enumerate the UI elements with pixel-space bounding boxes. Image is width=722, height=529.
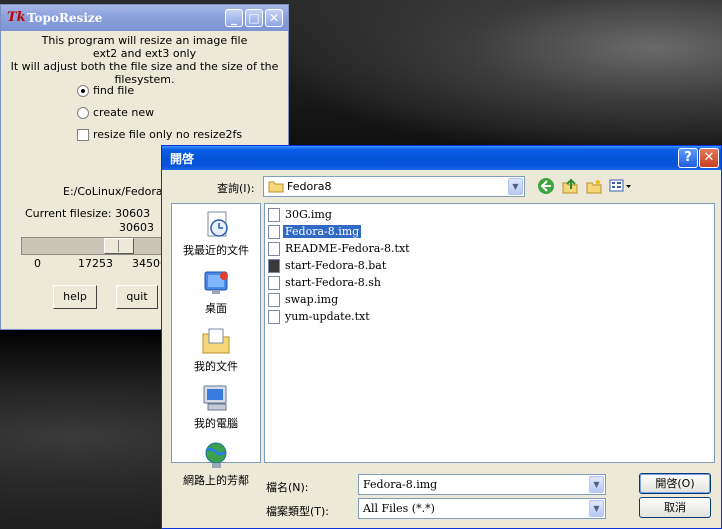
disk-image-icon (268, 225, 280, 239)
chevron-down-icon[interactable]: ▼ (589, 500, 604, 517)
find-file-radio[interactable] (77, 85, 89, 97)
file-name: 30G.img (285, 208, 332, 221)
cancel-button[interactable]: 取消 (639, 497, 711, 518)
my-documents-icon (200, 326, 232, 356)
place-label: 桌面 (205, 302, 227, 315)
new-folder-icon[interactable] (584, 177, 604, 197)
place-label: 我的文件 (194, 360, 238, 373)
filename-label: 檔名(N): (266, 481, 309, 494)
find-file-label: find file (93, 84, 135, 97)
place-my-documents[interactable]: 我的文件 (172, 326, 260, 374)
view-menu-icon[interactable] (609, 177, 633, 197)
resize-only-checkbox[interactable] (77, 129, 89, 141)
file-list: 30G.img Fedora-8.img README-Fedora-8.txt… (264, 203, 715, 463)
desktop-icon (200, 268, 232, 298)
chevron-down-icon[interactable]: ▼ (589, 476, 604, 493)
file-name: README-Fedora-8.txt (285, 242, 410, 255)
file-name: start-Fedora-8.bat (285, 259, 387, 272)
file-name: start-Fedora-8.sh (285, 276, 381, 289)
network-globe-icon (200, 440, 232, 470)
back-icon[interactable] (536, 177, 556, 197)
description-line-2: ext2 and ext3 only (92, 47, 197, 60)
place-recent-documents[interactable]: 我最近的文件 (172, 210, 260, 258)
open-file-dialog: 開啓 ? ✕ 查詢(I): Fedora8 ▼ 我最近的文件 桌面 我的文件 我… (161, 145, 722, 529)
filetype-value: All Files (*.*) (363, 502, 435, 515)
slider-tick-label: 17253 (78, 257, 113, 270)
recent-documents-icon (200, 210, 232, 240)
close-button[interactable]: ✕ (265, 9, 283, 27)
slider-thumb[interactable] (104, 238, 134, 254)
resize-only-label: resize file only no resize2fs (93, 128, 243, 141)
text-file-icon (268, 310, 280, 324)
description-line-1: This program will resize an image file (41, 34, 248, 47)
help-button[interactable]: help (53, 285, 97, 309)
slider-value: 30603 (119, 221, 154, 234)
folder-icon (268, 181, 284, 193)
dialog-title: 開啓 (170, 152, 195, 166)
disk-image-icon (268, 293, 280, 307)
batch-file-icon (268, 259, 280, 273)
chevron-down-icon[interactable]: ▼ (508, 178, 523, 195)
tk-logo-icon: Tk (7, 10, 26, 25)
window-title: TopoResize (27, 11, 103, 25)
place-label: 網路上的芳鄰 (183, 474, 249, 487)
lookin-combo[interactable]: Fedora8 ▼ (263, 176, 525, 197)
lookin-value: Fedora8 (287, 180, 332, 193)
current-filesize: Current filesize: 30603 (25, 207, 151, 220)
places-bar: 我最近的文件 桌面 我的文件 我的電腦 網路上的芳鄰 (171, 203, 261, 487)
open-button[interactable]: 開啓(O) (639, 473, 711, 494)
file-name: swap.img (285, 293, 339, 306)
place-label: 我最近的文件 (183, 244, 249, 257)
desktop-glow (260, 0, 722, 160)
place-my-computer[interactable]: 我的電腦 (172, 383, 260, 431)
text-file-icon (268, 242, 280, 256)
filesize-slider[interactable] (21, 237, 176, 255)
quit-button[interactable]: quit (116, 285, 158, 309)
create-new-radio[interactable] (77, 107, 89, 119)
close-icon[interactable]: ✕ (699, 148, 719, 168)
create-new-label: create new (93, 106, 155, 119)
toporesize-titlebar[interactable]: Tk TopoResize _ □ ✕ (1, 5, 288, 31)
up-folder-icon[interactable] (560, 177, 580, 197)
place-network[interactable]: 網路上的芳鄰 (172, 440, 260, 488)
generic-file-icon (268, 276, 280, 290)
lookin-label: 查詢(I): (217, 182, 255, 195)
filetype-combo[interactable]: All Files (*.*) ▼ (358, 498, 606, 519)
help-icon[interactable]: ? (678, 148, 698, 168)
disk-image-icon (268, 208, 280, 222)
description-line-3: It will adjust both the file size and th… (10, 60, 279, 86)
filetype-label: 檔案類型(T): (266, 505, 330, 518)
filename-combo[interactable]: Fedora-8.img ▼ (358, 474, 606, 495)
my-computer-icon (200, 383, 232, 413)
slider-tick-label: 0 (34, 257, 41, 270)
minimize-button[interactable]: _ (225, 9, 243, 27)
dialog-titlebar[interactable]: 開啓 ? ✕ (162, 146, 721, 170)
maximize-button[interactable]: □ (245, 9, 263, 27)
file-name: Fedora-8.img (281, 224, 363, 239)
filename-value: Fedora-8.img (363, 478, 438, 491)
place-label: 我的電腦 (194, 417, 238, 430)
image-path: E:/CoLinux/Fedora8 (63, 185, 170, 198)
file-name: yum-update.txt (285, 310, 370, 323)
place-desktop[interactable]: 桌面 (172, 268, 260, 316)
